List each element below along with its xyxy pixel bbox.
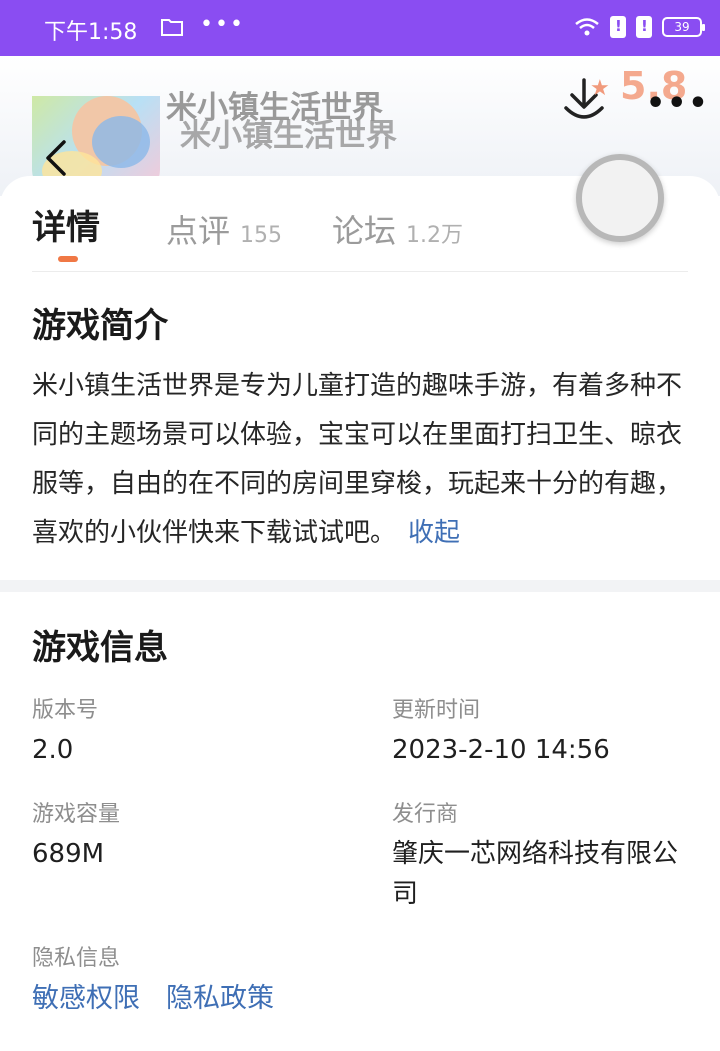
info-title: 游戏信息 — [32, 628, 168, 668]
sensitive-permissions-link[interactable]: 敏感权限 — [32, 976, 140, 1015]
tab-count: 155 — [240, 223, 283, 248]
tab-forum[interactable]: 论坛 1.2万 — [332, 206, 463, 252]
publisher-label: 发行商 — [392, 802, 459, 827]
version-label: 版本号 — [32, 698, 99, 723]
sim2-icon — [636, 16, 652, 38]
battery-icon: 39 — [662, 17, 705, 37]
publisher-value: 肇庆一芯网络科技有限公司 — [392, 839, 679, 909]
status-icons: 39 — [574, 16, 705, 38]
privacy-policy-link[interactable]: 隐私政策 — [166, 976, 274, 1015]
privacy-label: 隐私信息 — [32, 946, 121, 971]
battery-level: 39 — [674, 20, 690, 34]
section-divider — [0, 580, 720, 592]
intro-title: 游戏简介 — [32, 306, 168, 346]
status-bar: 下午1:58 ••• 39 — [0, 0, 720, 56]
collapse-link[interactable]: 收起 — [408, 518, 460, 548]
more-notifications-icon: ••• — [200, 12, 245, 37]
sim1-icon — [610, 16, 626, 38]
update-time-value: 2023-2-10 14:56 — [392, 735, 610, 765]
intro-text-block: 米小镇生活世界是专为儿童打造的趣味手游，有着多种不同的主题场景可以体验，宝宝可以… — [32, 362, 688, 558]
tab-count: 1.2万 — [406, 223, 464, 248]
size-label: 游戏容量 — [32, 802, 121, 827]
version-value: 2.0 — [32, 735, 74, 765]
back-arrow-icon[interactable] — [38, 138, 78, 178]
intro-description: 米小镇生活世界是专为儿童打造的趣味手游，有着多种不同的主题场景可以体验，宝宝可以… — [32, 371, 683, 548]
tab-reviews[interactable]: 点评 155 — [166, 206, 282, 252]
tab-details[interactable]: 详情 — [32, 200, 100, 249]
privacy-links: 敏感权限 隐私政策 — [32, 976, 274, 1015]
tab-label: 论坛 — [332, 212, 397, 250]
update-time-label: 更新时间 — [392, 698, 481, 723]
app-title: 米小镇生活世界 — [166, 90, 383, 126]
star-icon: ★ — [590, 76, 610, 101]
tab-label: 点评 — [166, 212, 231, 250]
more-options-icon[interactable]: ••• — [646, 86, 710, 121]
status-time: 下午1:58 — [44, 20, 138, 45]
folder-icon — [161, 19, 183, 36]
size-value: 689M — [32, 839, 105, 869]
floating-assistive-button[interactable] — [576, 154, 664, 242]
tab-indicator — [58, 256, 78, 262]
tab-label: 详情 — [32, 208, 100, 248]
wifi-icon — [575, 18, 599, 36]
